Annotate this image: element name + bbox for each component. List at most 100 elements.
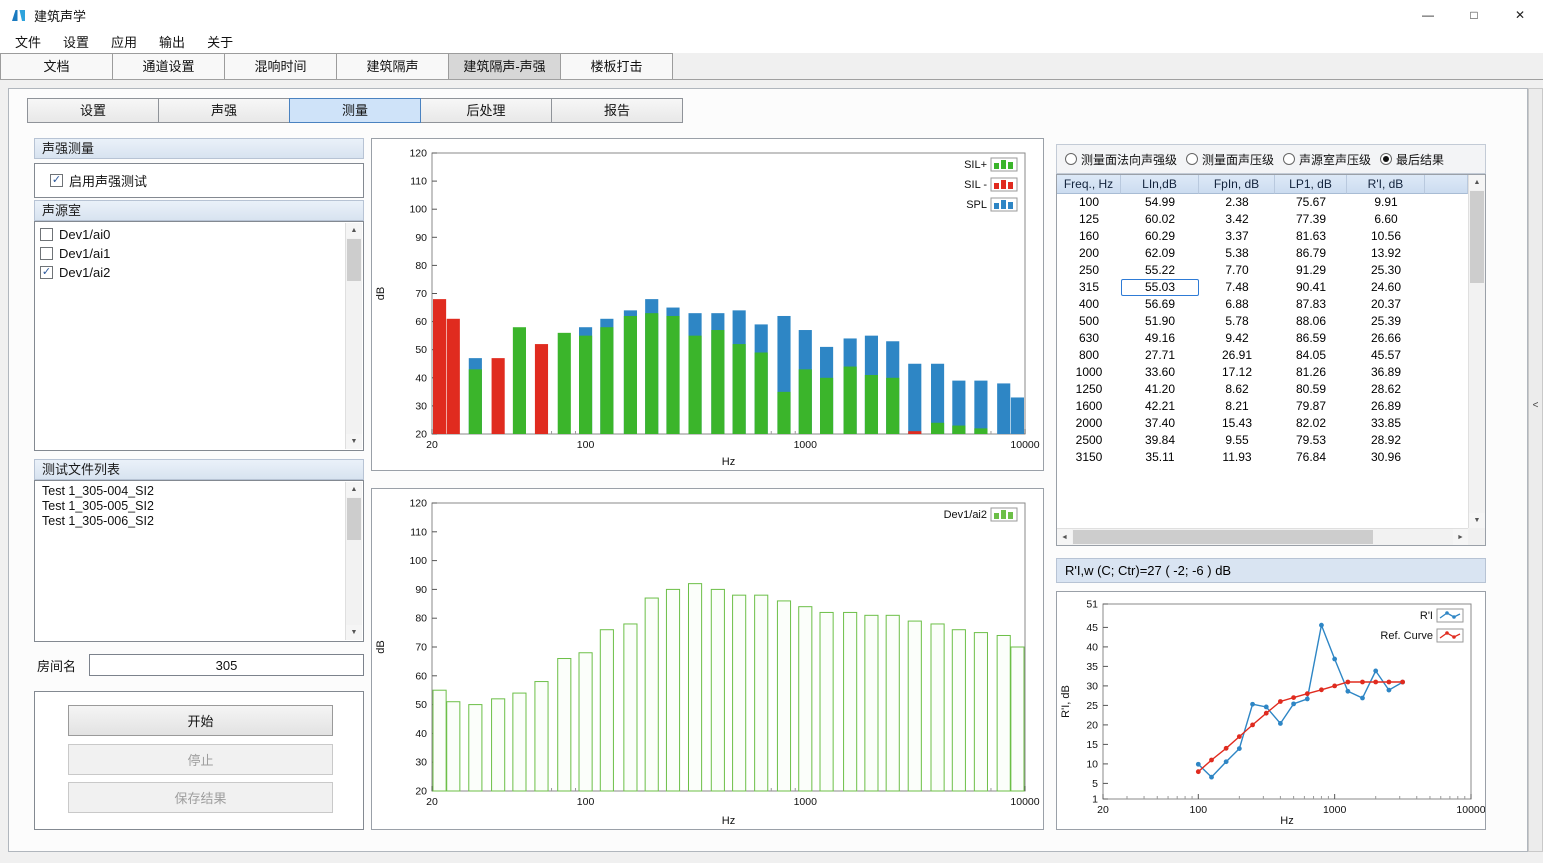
- maximize-button[interactable]: □: [1451, 0, 1497, 30]
- table-cell[interactable]: 54.99: [1121, 194, 1199, 211]
- doc-tab[interactable]: 通道设置: [112, 53, 225, 79]
- test-file-item[interactable]: Test 1_305-004_SI2: [36, 484, 345, 499]
- scroll-right-icon[interactable]: [1453, 529, 1468, 545]
- table-cell[interactable]: 11.93: [1199, 449, 1275, 466]
- scroll-thumb[interactable]: [347, 239, 361, 281]
- scroll-up-icon[interactable]: [346, 482, 362, 497]
- table-cell[interactable]: 88.06: [1275, 313, 1347, 330]
- table-row[interactable]: 63049.169.4286.5926.66: [1057, 330, 1468, 347]
- table-cell[interactable]: 13.92: [1347, 245, 1425, 262]
- table-cell[interactable]: 100: [1057, 194, 1121, 211]
- table-cell[interactable]: 160: [1057, 228, 1121, 245]
- table-row[interactable]: 50051.905.7888.0625.39: [1057, 313, 1468, 330]
- table-cell[interactable]: 77.39: [1275, 211, 1347, 228]
- table-cell[interactable]: 49.16: [1121, 330, 1199, 347]
- scroll-down-icon[interactable]: [346, 434, 362, 449]
- table-row[interactable]: 16060.293.3781.6310.56: [1057, 228, 1468, 245]
- table-row[interactable]: 200037.4015.4382.0233.85: [1057, 415, 1468, 432]
- table-cell[interactable]: 5.78: [1199, 313, 1275, 330]
- table-cell[interactable]: 28.62: [1347, 381, 1425, 398]
- result-view-radio[interactable]: 最后结果: [1380, 151, 1444, 168]
- table-cell[interactable]: 56.69: [1121, 296, 1199, 313]
- table-cell[interactable]: 9.91: [1347, 194, 1425, 211]
- table-cell[interactable]: 27.71: [1121, 347, 1199, 364]
- menu-item[interactable]: 关于: [196, 30, 244, 53]
- checkbox-icon[interactable]: [40, 228, 53, 241]
- table-row[interactable]: 12560.023.4277.396.60: [1057, 211, 1468, 228]
- table-row[interactable]: 100033.6017.1281.2636.89: [1057, 364, 1468, 381]
- table-cell[interactable]: 630: [1057, 330, 1121, 347]
- table-cell[interactable]: 26.91: [1199, 347, 1275, 364]
- enable-intensity-checkbox[interactable]: 启用声强测试: [46, 171, 151, 190]
- table-cell[interactable]: 30.96: [1347, 449, 1425, 466]
- table-cell[interactable]: 3150: [1057, 449, 1121, 466]
- doc-tab[interactable]: 建筑隔声: [336, 53, 449, 79]
- scroll-up-icon[interactable]: [1469, 175, 1485, 190]
- table-cell[interactable]: 9.42: [1199, 330, 1275, 347]
- table-cell[interactable]: 51.90: [1121, 313, 1199, 330]
- table-cell[interactable]: 250: [1057, 262, 1121, 279]
- table-cell[interactable]: 200: [1057, 245, 1121, 262]
- table-cell[interactable]: 25.39: [1347, 313, 1425, 330]
- scroll-thumb[interactable]: [1073, 530, 1373, 544]
- checkbox-icon[interactable]: [50, 174, 63, 187]
- table-cell[interactable]: 15.43: [1199, 415, 1275, 432]
- doc-tab[interactable]: 混响时间: [224, 53, 337, 79]
- table-cell[interactable]: 75.67: [1275, 194, 1347, 211]
- table-row[interactable]: 315035.1111.9376.8430.96: [1057, 449, 1468, 466]
- table-cell[interactable]: 41.20: [1121, 381, 1199, 398]
- table-row[interactable]: 20062.095.3886.7913.92: [1057, 245, 1468, 262]
- table-cell[interactable]: 81.63: [1275, 228, 1347, 245]
- table-horizontal-scrollbar[interactable]: [1057, 528, 1468, 545]
- sub-tab[interactable]: 声强: [158, 98, 290, 123]
- checkbox-icon[interactable]: [40, 266, 53, 279]
- stop-button[interactable]: 停止: [68, 744, 333, 775]
- scroll-down-icon[interactable]: [346, 625, 362, 640]
- table-cell[interactable]: 17.12: [1199, 364, 1275, 381]
- table-row[interactable]: 10054.992.3875.679.91: [1057, 194, 1468, 211]
- table-cell[interactable]: 79.53: [1275, 432, 1347, 449]
- table-cell[interactable]: 79.87: [1275, 398, 1347, 415]
- table-cell[interactable]: 84.05: [1275, 347, 1347, 364]
- table-cell[interactable]: 7.48: [1199, 279, 1275, 296]
- table-cell[interactable]: 20.37: [1347, 296, 1425, 313]
- table-cell[interactable]: 1250: [1057, 381, 1121, 398]
- table-cell[interactable]: 28.92: [1347, 432, 1425, 449]
- table-cell[interactable]: 55.03: [1121, 279, 1199, 296]
- table-cell[interactable]: 8.21: [1199, 398, 1275, 415]
- table-cell[interactable]: 45.57: [1347, 347, 1425, 364]
- test-file-item[interactable]: Test 1_305-005_SI2: [36, 499, 345, 514]
- table-cell[interactable]: 3.42: [1199, 211, 1275, 228]
- table-row[interactable]: 125041.208.6280.5928.62: [1057, 381, 1468, 398]
- channel-item[interactable]: Dev1/ai0: [36, 225, 345, 244]
- table-cell[interactable]: 33.60: [1121, 364, 1199, 381]
- table-cell[interactable]: 82.02: [1275, 415, 1347, 432]
- menu-item[interactable]: 设置: [52, 30, 100, 53]
- sub-tab[interactable]: 报告: [551, 98, 683, 123]
- table-cell[interactable]: 55.22: [1121, 262, 1199, 279]
- table-cell[interactable]: 60.29: [1121, 228, 1199, 245]
- test-file-item[interactable]: Test 1_305-006_SI2: [36, 514, 345, 529]
- table-cell[interactable]: 6.88: [1199, 296, 1275, 313]
- table-cell[interactable]: 91.29: [1275, 262, 1347, 279]
- menu-item[interactable]: 文件: [4, 30, 52, 53]
- table-cell[interactable]: 76.84: [1275, 449, 1347, 466]
- table-cell[interactable]: 26.66: [1347, 330, 1425, 347]
- table-cell[interactable]: 10.56: [1347, 228, 1425, 245]
- table-cell[interactable]: 86.59: [1275, 330, 1347, 347]
- channel-item[interactable]: Dev1/ai1: [36, 244, 345, 263]
- sub-tab[interactable]: 设置: [27, 98, 159, 123]
- table-cell[interactable]: 37.40: [1121, 415, 1199, 432]
- table-row[interactable]: 40056.696.8887.8320.37: [1057, 296, 1468, 313]
- table-cell[interactable]: 500: [1057, 313, 1121, 330]
- scroll-down-icon[interactable]: [1469, 513, 1485, 528]
- table-cell[interactable]: 125: [1057, 211, 1121, 228]
- sub-tab[interactable]: 测量: [289, 98, 421, 123]
- table-cell[interactable]: 9.55: [1199, 432, 1275, 449]
- table-vertical-scrollbar[interactable]: [1468, 175, 1485, 528]
- table-cell[interactable]: 86.79: [1275, 245, 1347, 262]
- table-row[interactable]: 250039.849.5579.5328.92: [1057, 432, 1468, 449]
- table-cell[interactable]: 7.70: [1199, 262, 1275, 279]
- table-cell[interactable]: 36.89: [1347, 364, 1425, 381]
- scroll-left-icon[interactable]: [1057, 529, 1072, 545]
